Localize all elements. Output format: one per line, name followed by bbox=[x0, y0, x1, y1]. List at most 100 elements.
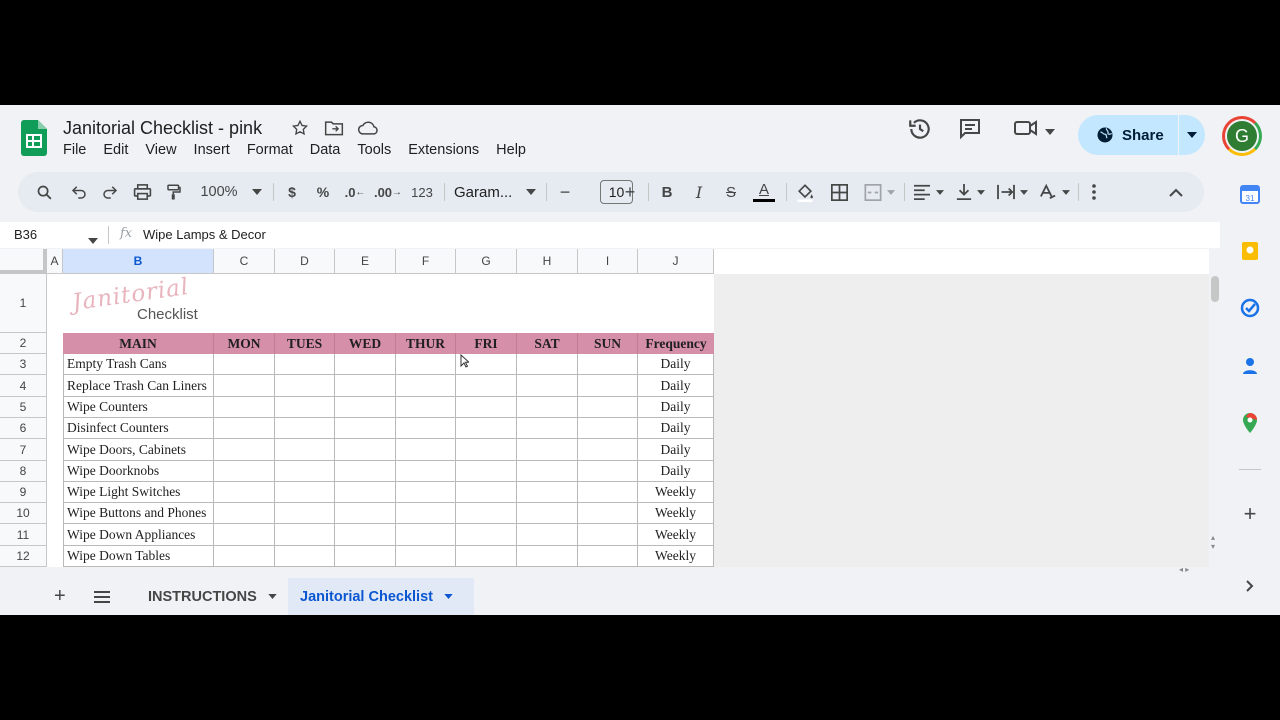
menu-view[interactable]: View bbox=[145, 142, 176, 158]
column-header-j[interactable]: J bbox=[638, 249, 714, 274]
keep-icon[interactable] bbox=[1239, 240, 1261, 262]
more-formats-button[interactable]: 123 bbox=[409, 172, 435, 212]
row-header[interactable]: 9 bbox=[0, 482, 47, 503]
day-checkbox-cell[interactable] bbox=[396, 461, 456, 482]
day-checkbox-cell[interactable] bbox=[517, 397, 578, 418]
currency-format-button[interactable]: $ bbox=[282, 172, 302, 212]
contacts-icon[interactable] bbox=[1239, 355, 1261, 377]
day-checkbox-cell[interactable] bbox=[578, 354, 638, 375]
day-checkbox-cell[interactable] bbox=[578, 461, 638, 482]
share-dropdown-caret-icon[interactable] bbox=[1179, 132, 1205, 138]
day-checkbox-cell[interactable] bbox=[456, 439, 517, 461]
day-checkbox-cell[interactable] bbox=[396, 482, 456, 503]
day-checkbox-cell[interactable] bbox=[275, 439, 335, 461]
header-mon[interactable]: MON bbox=[214, 333, 275, 354]
day-checkbox-cell[interactable] bbox=[214, 524, 275, 546]
column-header-c[interactable]: C bbox=[214, 249, 275, 274]
document-title[interactable]: Janitorial Checklist - pink bbox=[63, 118, 262, 139]
row-header[interactable]: 2 bbox=[0, 333, 47, 354]
tab-instructions[interactable]: INSTRUCTIONS bbox=[136, 578, 286, 615]
day-checkbox-cell[interactable] bbox=[275, 418, 335, 439]
day-checkbox-cell[interactable] bbox=[275, 461, 335, 482]
day-checkbox-cell[interactable] bbox=[456, 546, 517, 567]
paint-format-icon[interactable] bbox=[162, 172, 186, 212]
day-checkbox-cell[interactable] bbox=[456, 503, 517, 524]
day-checkbox-cell[interactable] bbox=[517, 461, 578, 482]
task-cell[interactable]: Wipe Down Appliances bbox=[63, 524, 214, 546]
day-checkbox-cell[interactable] bbox=[275, 375, 335, 397]
day-checkbox-cell[interactable] bbox=[456, 418, 517, 439]
maps-icon[interactable] bbox=[1239, 412, 1261, 434]
task-cell[interactable]: Empty Trash Cans bbox=[63, 354, 214, 375]
select-all-corner[interactable] bbox=[0, 249, 47, 274]
frequency-cell[interactable]: Daily bbox=[638, 439, 714, 461]
menu-edit[interactable]: Edit bbox=[103, 142, 128, 158]
name-box[interactable]: B36 bbox=[14, 227, 37, 242]
decrease-decimal-button[interactable]: .0 ← bbox=[343, 172, 367, 212]
day-checkbox-cell[interactable] bbox=[456, 482, 517, 503]
frequency-cell[interactable]: Daily bbox=[638, 461, 714, 482]
day-checkbox-cell[interactable] bbox=[578, 524, 638, 546]
frequency-cell[interactable]: Weekly bbox=[638, 524, 714, 546]
frequency-cell[interactable]: Weekly bbox=[638, 546, 714, 567]
text-color-button[interactable]: A bbox=[751, 172, 777, 212]
menu-help[interactable]: Help bbox=[496, 142, 526, 158]
header-main[interactable]: MAIN bbox=[63, 333, 214, 354]
menu-tools[interactable]: Tools bbox=[357, 142, 391, 158]
menu-data[interactable]: Data bbox=[310, 142, 341, 158]
column-header-e[interactable]: E bbox=[335, 249, 396, 274]
tab-janitorial-checklist[interactable]: Janitorial Checklist bbox=[288, 578, 474, 615]
sheets-logo-icon[interactable] bbox=[21, 120, 47, 161]
header-wed[interactable]: WED bbox=[335, 333, 396, 354]
day-checkbox-cell[interactable] bbox=[335, 375, 396, 397]
day-checkbox-cell[interactable] bbox=[517, 503, 578, 524]
meet-button[interactable] bbox=[1013, 116, 1055, 145]
share-main[interactable]: Share bbox=[1078, 126, 1178, 144]
day-checkbox-cell[interactable] bbox=[517, 418, 578, 439]
frequency-cell[interactable]: Weekly bbox=[638, 503, 714, 524]
task-cell[interactable]: Replace Trash Can Liners bbox=[63, 375, 214, 397]
day-checkbox-cell[interactable] bbox=[335, 482, 396, 503]
column-header-g[interactable]: G bbox=[456, 249, 517, 274]
day-checkbox-cell[interactable] bbox=[275, 524, 335, 546]
move-folder-icon[interactable] bbox=[323, 118, 345, 138]
day-checkbox-cell[interactable] bbox=[335, 524, 396, 546]
cloud-saved-icon[interactable] bbox=[357, 118, 379, 138]
day-checkbox-cell[interactable] bbox=[335, 503, 396, 524]
day-checkbox-cell[interactable] bbox=[214, 418, 275, 439]
task-cell[interactable]: Wipe Buttons and Phones bbox=[63, 503, 214, 524]
day-checkbox-cell[interactable] bbox=[456, 524, 517, 546]
day-checkbox-cell[interactable] bbox=[335, 397, 396, 418]
day-checkbox-cell[interactable] bbox=[396, 546, 456, 567]
day-checkbox-cell[interactable] bbox=[214, 546, 275, 567]
spreadsheet-grid[interactable]: A B C D E F G H I J 1 2 3 4 5 6 7 8 9 10… bbox=[0, 249, 1209, 567]
day-checkbox-cell[interactable] bbox=[335, 461, 396, 482]
day-checkbox-cell[interactable] bbox=[578, 482, 638, 503]
task-cell[interactable]: Wipe Light Switches bbox=[63, 482, 214, 503]
day-checkbox-cell[interactable] bbox=[275, 397, 335, 418]
menu-extensions[interactable]: Extensions bbox=[408, 142, 479, 158]
tasks-icon[interactable] bbox=[1239, 297, 1261, 319]
header-fri[interactable]: FRI bbox=[456, 333, 517, 354]
day-checkbox-cell[interactable] bbox=[335, 439, 396, 461]
day-checkbox-cell[interactable] bbox=[275, 354, 335, 375]
text-rotation-icon[interactable] bbox=[1036, 172, 1072, 212]
row-header[interactable]: 8 bbox=[0, 461, 47, 482]
day-checkbox-cell[interactable] bbox=[517, 546, 578, 567]
increase-decimal-button[interactable]: .00 → bbox=[374, 172, 402, 212]
day-checkbox-cell[interactable] bbox=[517, 482, 578, 503]
day-checkbox-cell[interactable] bbox=[214, 461, 275, 482]
header-frequency[interactable]: Frequency bbox=[638, 333, 714, 354]
column-header-i[interactable]: I bbox=[578, 249, 638, 274]
more-options-icon[interactable] bbox=[1084, 172, 1104, 212]
vertical-align-icon[interactable] bbox=[952, 172, 988, 212]
day-checkbox-cell[interactable] bbox=[396, 375, 456, 397]
day-checkbox-cell[interactable] bbox=[214, 439, 275, 461]
decrease-font-size-icon[interactable]: − bbox=[555, 172, 575, 212]
header-tues[interactable]: TUES bbox=[275, 333, 335, 354]
day-checkbox-cell[interactable] bbox=[275, 546, 335, 567]
day-checkbox-cell[interactable] bbox=[578, 546, 638, 567]
merge-cells-icon[interactable] bbox=[861, 172, 897, 212]
header-thur[interactable]: THUR bbox=[396, 333, 456, 354]
frequency-cell[interactable]: Daily bbox=[638, 397, 714, 418]
